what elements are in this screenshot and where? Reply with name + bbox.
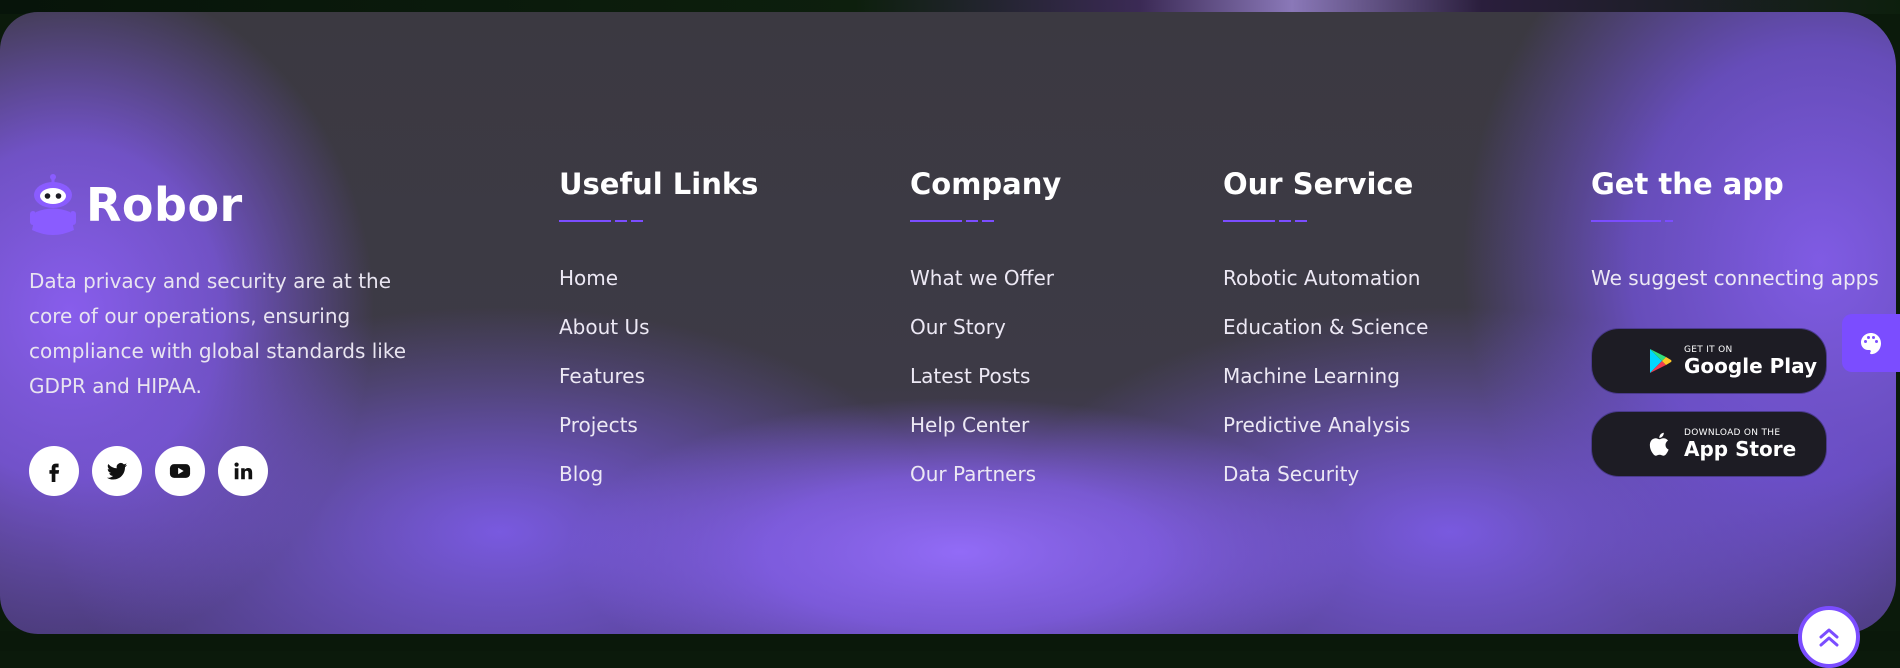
footer-link-what-we-offer[interactable]: What we Offer <box>910 266 1054 290</box>
title-underline <box>910 220 1000 223</box>
footer-link-home[interactable]: Home <box>559 266 618 290</box>
app-store-button[interactable]: DOWNLOAD ON THE App Store <box>1591 411 1827 477</box>
double-chevron-up-icon <box>1819 628 1839 647</box>
youtube-icon <box>169 464 191 478</box>
footer-link-robotic-automation[interactable]: Robotic Automation <box>1223 266 1420 290</box>
company-column: Company What we Offer Our Story Latest P… <box>910 166 1061 512</box>
twitter-icon <box>106 463 128 480</box>
linkedin-link[interactable] <box>218 446 268 496</box>
linkedin-icon <box>234 462 253 480</box>
app-column: Get the app We suggest connecting apps G… <box>1591 166 1881 506</box>
twitter-link[interactable] <box>92 446 142 496</box>
service-title: Our Service <box>1223 167 1414 201</box>
footer-link-projects[interactable]: Projects <box>559 413 638 437</box>
footer-link-data-security[interactable]: Data Security <box>1223 462 1359 486</box>
service-column: Our Service Robotic Automation Education… <box>1223 166 1428 512</box>
title-underline <box>1223 220 1313 223</box>
footer-link-blog[interactable]: Blog <box>559 462 603 486</box>
facebook-link[interactable] <box>29 446 79 496</box>
color-switcher-button[interactable] <box>1842 314 1900 372</box>
app-subtitle: We suggest connecting apps <box>1591 266 1879 290</box>
title-underline <box>559 220 649 223</box>
footer-link-machine-learning[interactable]: Machine Learning <box>1223 364 1400 388</box>
footer-link-predictive-analysis[interactable]: Predictive Analysis <box>1223 413 1410 437</box>
footer-link-help-center[interactable]: Help Center <box>910 413 1029 437</box>
title-underline <box>1591 220 1681 223</box>
footer-link-education-science[interactable]: Education & Science <box>1223 315 1428 339</box>
about-description: Data privacy and security are at the cor… <box>29 269 407 398</box>
footer-link-about-us[interactable]: About Us <box>559 315 650 339</box>
footer-link-latest-posts[interactable]: Latest Posts <box>910 364 1030 388</box>
app-store-text: App Store <box>1684 437 1797 461</box>
palette-icon <box>1861 333 1881 355</box>
footer-link-features[interactable]: Features <box>559 364 645 388</box>
bottom-section-edge <box>0 631 1900 651</box>
google-play-text: Google Play <box>1684 354 1818 378</box>
apple-icon <box>1649 432 1669 456</box>
google-play-icon <box>1650 349 1672 373</box>
scroll-to-top-button[interactable] <box>1798 606 1860 668</box>
brand-name: Robor <box>86 178 243 232</box>
robot-logo-icon <box>30 174 76 235</box>
useful-links-title: Useful Links <box>559 167 759 201</box>
google-play-button[interactable]: GET IT ON Google Play <box>1591 328 1827 394</box>
site-footer: Robor Data privacy and security are at t… <box>0 12 1896 634</box>
footer-link-our-story[interactable]: Our Story <box>910 315 1006 339</box>
social-links <box>29 446 268 496</box>
company-title: Company <box>910 167 1062 201</box>
brand-logo[interactable]: Robor <box>28 172 243 238</box>
useful-links-column: Useful Links Home About Us Features Proj… <box>559 166 758 512</box>
app-title: Get the app <box>1591 167 1784 201</box>
youtube-link[interactable] <box>155 446 205 496</box>
facebook-icon <box>49 463 60 482</box>
footer-link-our-partners[interactable]: Our Partners <box>910 462 1036 486</box>
